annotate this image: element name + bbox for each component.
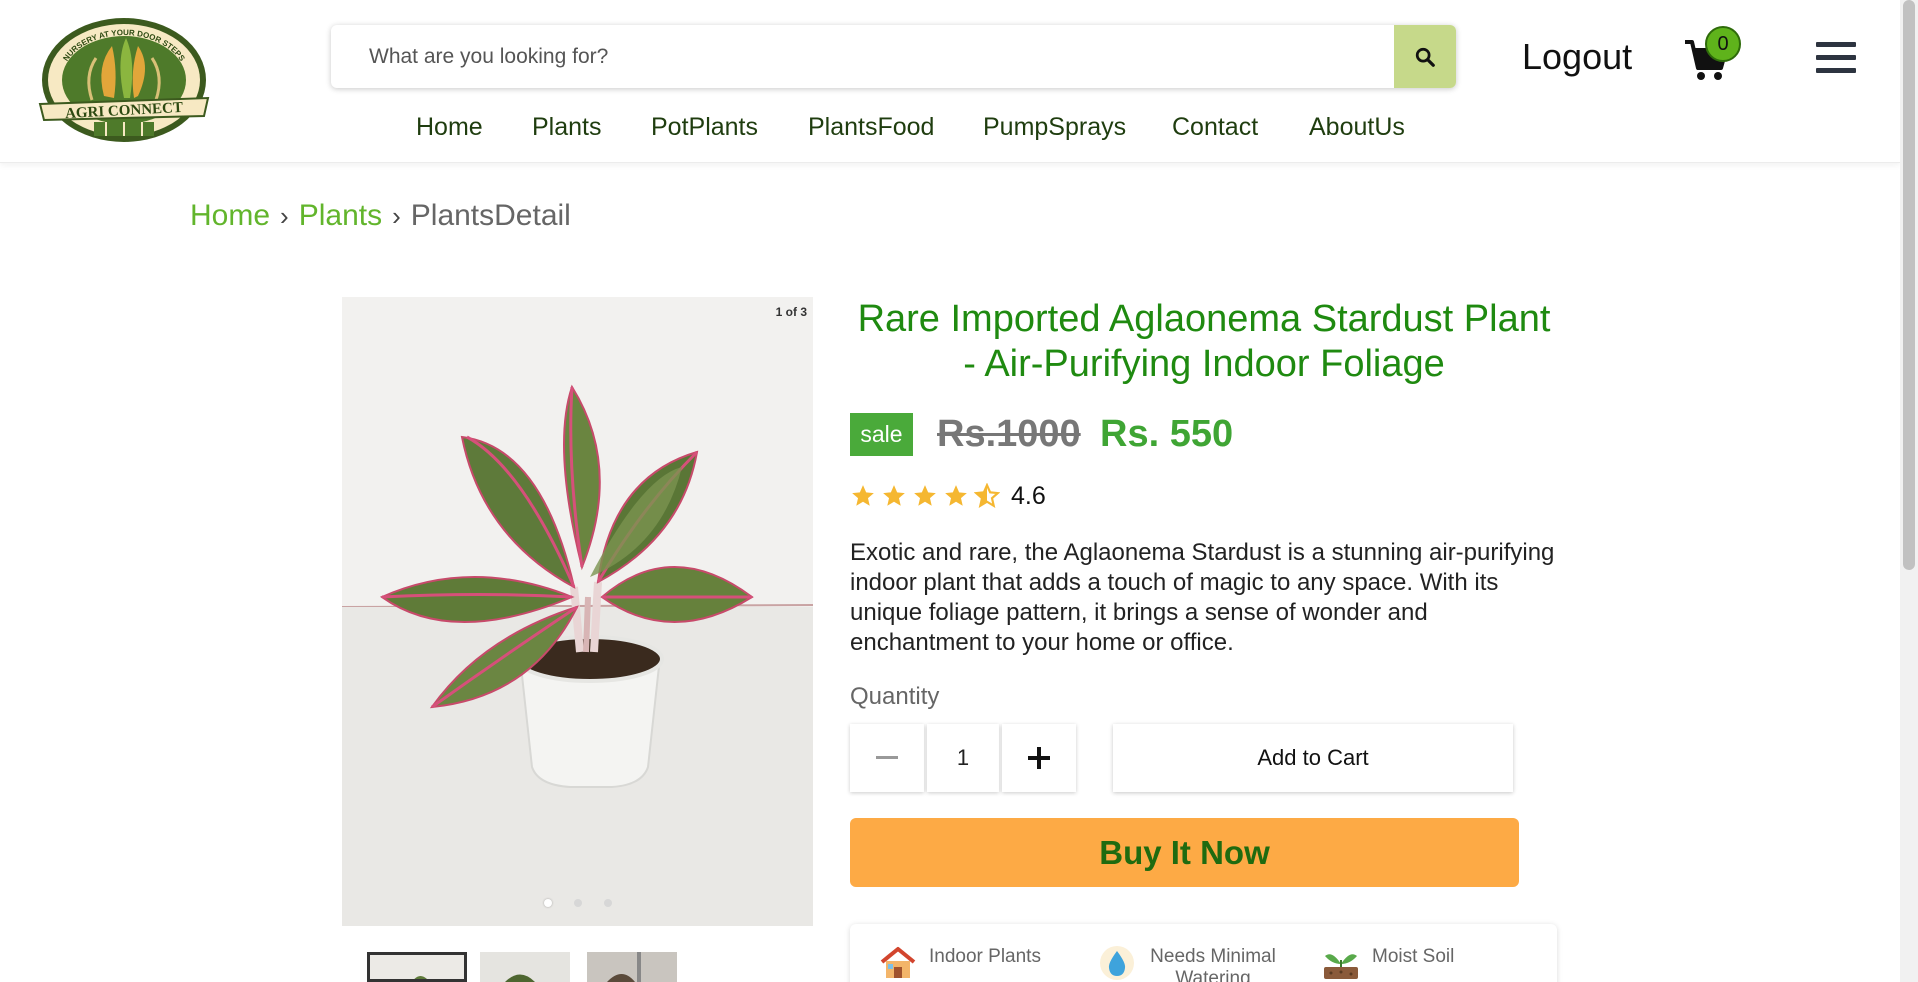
feature-indoor: Indoor Plants <box>879 946 1041 980</box>
feature-soil: Moist Soil <box>1322 946 1454 980</box>
search-icon <box>1415 47 1435 67</box>
water-drop-icon <box>1100 946 1134 980</box>
quantity-value[interactable]: 1 <box>927 724 999 792</box>
quantity-decrease-button[interactable] <box>850 724 924 792</box>
image-counter: 1 of 3 <box>775 305 807 319</box>
thumbnail-image <box>587 952 677 982</box>
sale-price: Rs. 550 <box>1100 413 1234 455</box>
sprout-soil-icon <box>1324 954 1358 979</box>
breadcrumb-separator: › <box>392 201 401 231</box>
house-icon <box>880 947 916 978</box>
breadcrumb: Home › Plants › PlantsDetail <box>190 199 571 233</box>
scrollbar-thumb[interactable] <box>1903 0 1915 570</box>
cart-count-badge: 0 <box>1705 26 1741 62</box>
hamburger-menu-icon[interactable] <box>1816 42 1856 76</box>
rating-stars: 4.6 <box>850 481 1046 511</box>
nav-aboutus[interactable]: AboutUs <box>1309 113 1405 142</box>
original-price: Rs.1000 <box>937 413 1081 455</box>
breadcrumb-plants[interactable]: Plants <box>299 199 382 232</box>
star-half-icon <box>974 483 1000 508</box>
add-to-cart-button[interactable]: Add to Cart <box>1113 724 1513 792</box>
nav-home[interactable]: Home <box>416 113 483 142</box>
quantity-stepper: 1 <box>850 724 1076 792</box>
nav-plantsfood[interactable]: PlantsFood <box>808 113 934 142</box>
breadcrumb-home[interactable]: Home <box>190 199 270 232</box>
nav-pumpsprays[interactable]: PumpSprays <box>983 113 1126 142</box>
product-title: Rare Imported Aglaonema Stardust Plant -… <box>857 298 1551 385</box>
rating-value: 4.6 <box>1011 481 1046 510</box>
quantity-increase-button[interactable] <box>1002 724 1076 792</box>
nav-contact[interactable]: Contact <box>1172 113 1258 142</box>
breadcrumb-separator: › <box>280 201 289 231</box>
sale-badge: sale <box>850 413 913 456</box>
thumbnail-image <box>480 952 570 982</box>
search-bar <box>331 25 1456 88</box>
product-description: Exotic and rare, the Aglaonema Stardust … <box>850 539 1555 656</box>
feature-watering: Needs Minimal Watering <box>1098 946 1278 982</box>
feature-label: Indoor Plants <box>929 946 1041 967</box>
carousel-dot[interactable] <box>573 899 582 907</box>
product-image <box>342 297 813 926</box>
minus-icon <box>876 756 898 759</box>
thumbnail-2[interactable] <box>480 952 570 982</box>
quantity-label: Quantity <box>850 683 940 710</box>
search-button[interactable] <box>1394 25 1456 88</box>
plant-features: Indoor Plants Needs Minimal Watering Moi… <box>850 924 1557 982</box>
nav-plants[interactable]: Plants <box>532 113 601 142</box>
carousel-dot[interactable] <box>543 899 552 907</box>
site-header: AGRI CONNECT NURSERY AT YOUR DOOR STEPS … <box>0 0 1900 163</box>
thumbnail-image <box>370 955 464 979</box>
breadcrumb-current: PlantsDetail <box>410 199 571 232</box>
logout-link[interactable]: Logout <box>1522 36 1632 78</box>
star-full-icon <box>883 485 905 506</box>
carousel-dots <box>342 894 813 912</box>
plus-icon <box>1028 747 1050 769</box>
feature-label: Moist Soil <box>1372 946 1455 967</box>
feature-label: Needs Minimal Watering <box>1150 946 1276 982</box>
buy-now-button[interactable]: Buy It Now <box>850 818 1519 887</box>
search-input[interactable] <box>331 25 1392 88</box>
product-image-carousel[interactable]: 1 of 3 <box>342 297 813 926</box>
main-nav: Home Plants PotPlants PlantsFood PumpSpr… <box>0 113 1900 149</box>
page-scrollbar[interactable] <box>1900 0 1918 982</box>
star-full-icon <box>852 485 874 506</box>
star-full-icon <box>914 485 936 506</box>
thumbnail-1[interactable] <box>367 952 467 982</box>
nav-potplants[interactable]: PotPlants <box>651 113 758 142</box>
carousel-dot[interactable] <box>603 899 612 907</box>
star-full-icon <box>945 485 967 506</box>
thumbnail-3[interactable] <box>587 952 677 982</box>
